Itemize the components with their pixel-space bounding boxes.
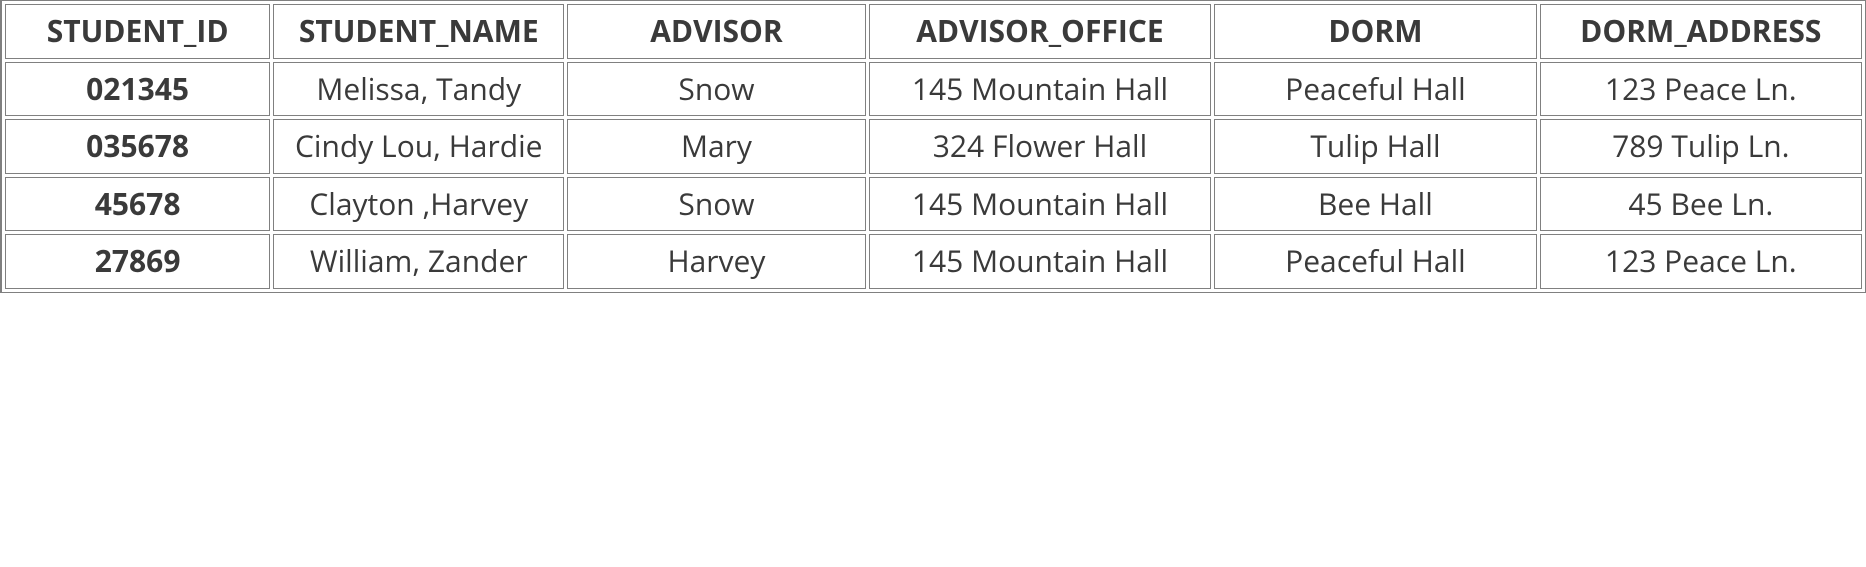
- header-student-name: STUDENT_NAME: [273, 4, 564, 59]
- cell-advisor-office: 145 Mountain Hall: [869, 62, 1212, 117]
- cell-advisor-office: 145 Mountain Hall: [869, 234, 1212, 289]
- cell-advisor-office: 324 Flower Hall: [869, 119, 1212, 174]
- cell-dorm: Peaceful Hall: [1214, 234, 1536, 289]
- table-header-row: STUDENT_ID STUDENT_NAME ADVISOR ADVISOR_…: [5, 4, 1862, 59]
- table-row: 45678 Clayton ,Harvey Snow 145 Mountain …: [5, 177, 1862, 232]
- header-student-id: STUDENT_ID: [5, 4, 270, 59]
- cell-student-id: 035678: [5, 119, 270, 174]
- cell-dorm: Peaceful Hall: [1214, 62, 1536, 117]
- cell-advisor: Snow: [567, 177, 865, 232]
- cell-student-name: Cindy Lou, Hardie: [273, 119, 564, 174]
- table-row: 035678 Cindy Lou, Hardie Mary 324 Flower…: [5, 119, 1862, 174]
- cell-student-id: 45678: [5, 177, 270, 232]
- cell-student-name: Clayton ,Harvey: [273, 177, 564, 232]
- header-advisor-office: ADVISOR_OFFICE: [869, 4, 1212, 59]
- header-dorm-address: DORM_ADDRESS: [1540, 4, 1862, 59]
- cell-dorm: Tulip Hall: [1214, 119, 1536, 174]
- cell-student-name: Melissa, Tandy: [273, 62, 564, 117]
- header-advisor: ADVISOR: [567, 4, 865, 59]
- cell-dorm-address: 123 Peace Ln.: [1540, 234, 1862, 289]
- cell-dorm-address: 789 Tulip Ln.: [1540, 119, 1862, 174]
- cell-dorm-address: 45 Bee Ln.: [1540, 177, 1862, 232]
- cell-dorm: Bee Hall: [1214, 177, 1536, 232]
- cell-advisor: Mary: [567, 119, 865, 174]
- table-row: 27869 William, Zander Harvey 145 Mountai…: [5, 234, 1862, 289]
- cell-dorm-address: 123 Peace Ln.: [1540, 62, 1862, 117]
- cell-advisor: Snow: [567, 62, 865, 117]
- student-table: STUDENT_ID STUDENT_NAME ADVISOR ADVISOR_…: [0, 0, 1866, 293]
- cell-student-id: 021345: [5, 62, 270, 117]
- cell-advisor: Harvey: [567, 234, 865, 289]
- header-dorm: DORM: [1214, 4, 1536, 59]
- cell-student-id: 27869: [5, 234, 270, 289]
- cell-student-name: William, Zander: [273, 234, 564, 289]
- cell-advisor-office: 145 Mountain Hall: [869, 177, 1212, 232]
- table-row: 021345 Melissa, Tandy Snow 145 Mountain …: [5, 62, 1862, 117]
